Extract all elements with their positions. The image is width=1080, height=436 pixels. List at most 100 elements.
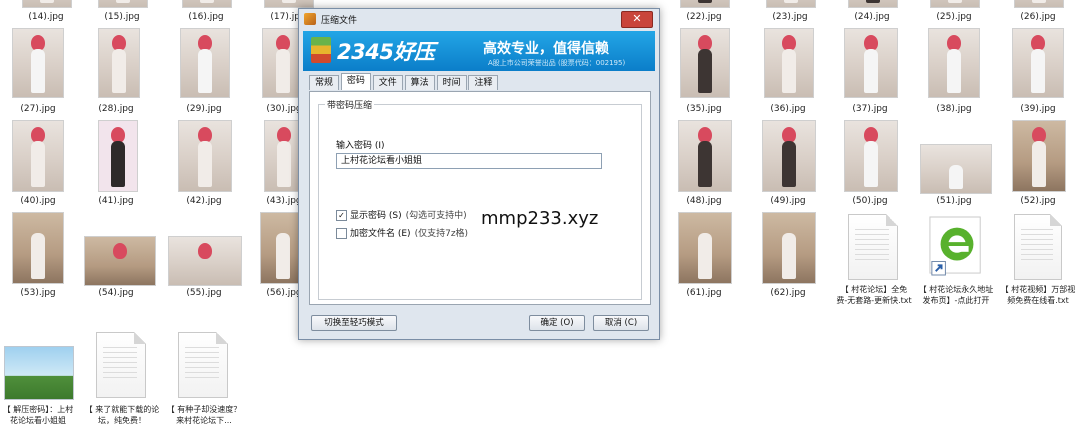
- file-name: (36).jpg: [770, 104, 806, 114]
- image-thumbnail: [182, 0, 232, 8]
- file-name: (22).jpg: [686, 12, 722, 22]
- encrypt-filenames-hint: (仅支持7z格): [414, 229, 469, 239]
- dialog-titlebar[interactable]: 压缩文件 ✕: [299, 9, 659, 29]
- file-item[interactable]: (16).jpg: [168, 0, 244, 24]
- file-item[interactable]: (27).jpg: [0, 28, 76, 118]
- image-thumbnail: [22, 0, 72, 8]
- file-item[interactable]: (15).jpg: [84, 0, 160, 24]
- file-name: (39).jpg: [1020, 104, 1056, 114]
- image-thumbnail: [764, 28, 814, 98]
- file-item[interactable]: (23).jpg: [752, 0, 828, 24]
- image-thumbnail: [1014, 0, 1064, 8]
- file-item[interactable]: (41).jpg: [78, 120, 154, 210]
- file-item[interactable]: (36).jpg: [750, 28, 826, 118]
- file-name: (37).jpg: [852, 104, 888, 114]
- file-item[interactable]: (35).jpg: [666, 28, 742, 118]
- image-thumbnail: [12, 120, 64, 192]
- image-thumbnail: [98, 0, 148, 8]
- file-item[interactable]: (40).jpg: [0, 120, 76, 210]
- cancel-button[interactable]: 取消 (C): [593, 315, 649, 331]
- encrypt-filenames-checkbox[interactable]: 加密文件名 (E) (仅支持7z格): [336, 226, 468, 239]
- dialog-tabs: 常规 密码 文件 算法 时间 注释: [309, 73, 499, 91]
- switch-mode-button[interactable]: 切换至轻巧模式: [311, 315, 397, 331]
- file-name: (61).jpg: [686, 288, 722, 298]
- file-name: (16).jpg: [188, 12, 224, 22]
- file-item[interactable]: (51).jpg: [916, 120, 992, 210]
- tab-time[interactable]: 时间: [436, 75, 467, 90]
- file-name: (28).jpg: [98, 104, 134, 114]
- ok-button[interactable]: 确定 (O): [529, 315, 585, 331]
- image-thumbnail: [168, 236, 242, 286]
- tab-files[interactable]: 文件: [372, 75, 403, 90]
- watermark-text: mmp233.xyz: [481, 208, 599, 229]
- file-item[interactable]: 【 来了就能下载的论坛，纯免费！: [84, 332, 160, 436]
- file-name: 【 村花视频】万部视频免费在线看.txt: [1000, 285, 1076, 305]
- file-item[interactable]: (37).jpg: [832, 28, 908, 118]
- image-thumbnail: [180, 28, 230, 98]
- file-item[interactable]: (24).jpg: [834, 0, 910, 24]
- password-input[interactable]: 上村花论坛看小姐姐: [336, 153, 602, 169]
- file-item[interactable]: (26).jpg: [1000, 0, 1076, 24]
- file-item[interactable]: (54).jpg: [78, 212, 156, 302]
- file-item[interactable]: (52).jpg: [1000, 120, 1076, 210]
- file-name: (38).jpg: [936, 104, 972, 114]
- file-name: (48).jpg: [686, 196, 722, 206]
- brand-slogan: 高效专业，值得信赖: [483, 41, 609, 57]
- file-item[interactable]: (25).jpg: [916, 0, 992, 24]
- file-item[interactable]: (29).jpg: [166, 28, 242, 118]
- show-password-checkbox[interactable]: ✓ 显示密码 (S) (勾选可支持中): [336, 208, 467, 221]
- file-name: 【 村花论坛】全免费-无套路-更新快.txt: [836, 285, 912, 305]
- file-name: 【 解压密码】：上村花论坛看小姐姐: [2, 405, 74, 425]
- file-name: (62).jpg: [770, 288, 806, 298]
- file-item[interactable]: 【 村花论坛永久地址发布页】-点此打开: [918, 214, 994, 326]
- file-item[interactable]: (49).jpg: [750, 120, 826, 210]
- file-item[interactable]: (28).jpg: [78, 28, 154, 118]
- file-item[interactable]: (42).jpg: [166, 120, 242, 210]
- file-item[interactable]: (48).jpg: [666, 120, 742, 210]
- image-thumbnail: [680, 0, 730, 8]
- tab-general[interactable]: 常规: [309, 75, 340, 90]
- file-item[interactable]: (53).jpg: [0, 212, 76, 302]
- group-title: 带密码压缩: [325, 98, 375, 111]
- file-name: (50).jpg: [852, 196, 888, 206]
- file-item[interactable]: (61).jpg: [666, 212, 742, 302]
- image-thumbnail: [12, 212, 64, 284]
- file-item[interactable]: (14).jpg: [8, 0, 84, 24]
- file-name: (26).jpg: [1020, 12, 1056, 22]
- image-thumbnail: [84, 236, 156, 286]
- tab-comment[interactable]: 注释: [468, 75, 499, 90]
- password-panel: 带密码压缩 输入密码 (I) 上村花论坛看小姐姐 ✓ 显示密码 (S) (勾选可支持…: [309, 91, 651, 305]
- text-file-icon: [1014, 214, 1062, 280]
- image-thumbnail: [930, 0, 980, 8]
- image-file-icon: [4, 346, 74, 400]
- close-button[interactable]: ✕: [621, 11, 653, 28]
- tab-algorithm[interactable]: 算法: [404, 75, 435, 90]
- haozip-logo-icon: [311, 37, 331, 63]
- file-item[interactable]: 【 解压密码】：上村花论坛看小姐姐: [0, 346, 76, 436]
- file-item[interactable]: (55).jpg: [166, 212, 242, 302]
- file-item[interactable]: (50).jpg: [832, 120, 908, 210]
- image-thumbnail: [264, 0, 314, 8]
- file-name: (40).jpg: [20, 196, 56, 206]
- brand-banner: 2345好压 高效专业，值得信赖 A股上市公司荣誉出品 (股票代码：002195…: [303, 31, 655, 71]
- file-item[interactable]: (22).jpg: [666, 0, 742, 24]
- tab-password[interactable]: 密码: [340, 73, 371, 90]
- checkmark-icon: ✓: [336, 210, 347, 221]
- file-item[interactable]: 【 村花视频】万部视频免费在线看.txt: [1000, 214, 1076, 326]
- file-item[interactable]: 【 村花论坛】全免费-无套路-更新快.txt: [836, 214, 912, 326]
- image-thumbnail: [762, 212, 816, 284]
- image-thumbnail: [762, 120, 816, 192]
- dialog-title: 压缩文件: [321, 16, 358, 26]
- password-label: 输入密码 (I): [336, 141, 385, 151]
- image-thumbnail: [920, 144, 992, 194]
- file-name: (25).jpg: [936, 12, 972, 22]
- unchecked-box-icon: [336, 228, 347, 239]
- file-item[interactable]: (62).jpg: [750, 212, 826, 302]
- file-item[interactable]: (38).jpg: [916, 28, 992, 118]
- internet-shortcut-icon: [929, 216, 981, 276]
- file-item[interactable]: 【 有种子却没速度？来村花论坛下...: [166, 332, 242, 436]
- image-thumbnail: [680, 28, 730, 98]
- image-thumbnail: [1012, 28, 1064, 98]
- image-thumbnail: [848, 0, 898, 8]
- file-item[interactable]: (39).jpg: [1000, 28, 1076, 118]
